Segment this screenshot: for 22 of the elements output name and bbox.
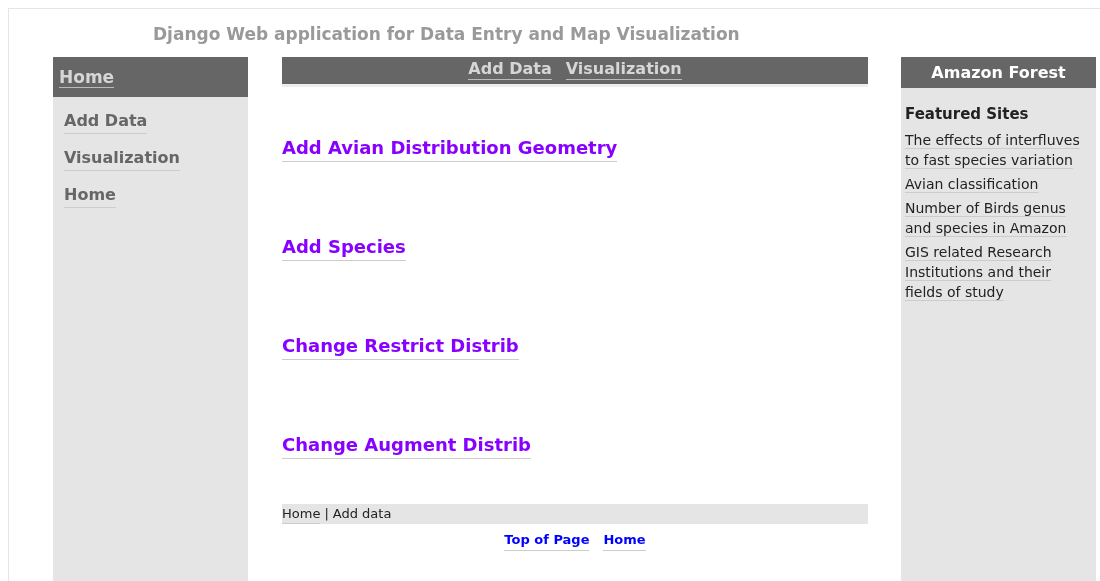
sidebar-link[interactable]: Home [64,183,116,208]
featured-heading: Featured Sites [905,104,1029,125]
action-link[interactable]: Change Restrict Distrib [282,332,519,360]
sidebar-link[interactable]: Add Data [64,109,148,134]
footer-link[interactable]: Top of Page [504,530,590,551]
featured-link[interactable]: The effects of interfluves to fast species variation [905,129,1092,170]
featured-link[interactable]: Number of Birds genus and species in Amazon [905,197,1092,238]
featured-link[interactable]: GIS related Research Institutions and their fields of study [905,241,1092,302]
sidebar-link[interactable]: Visualization [64,146,180,171]
action-link[interactable]: Add Species [282,233,406,261]
page-title: Django Web application for Data Entry and Map Visualization [153,24,740,44]
nav-link[interactable]: Visualization [565,59,682,80]
action-link[interactable]: Add Avian Distribution Geometry [282,134,618,162]
panel-title: Amazon Forest [931,61,1066,84]
footer-link[interactable]: Home [603,530,646,551]
breadcrumb-current: Add data [332,505,392,524]
breadcrumb-separator: | [324,505,329,524]
breadcrumb-link[interactable]: Home [282,503,321,525]
featured-link[interactable]: Avian classification [905,173,1039,194]
action-link[interactable]: Change Augment Distrib [282,431,531,459]
nav-link[interactable]: Add Data [468,59,552,80]
sidebar-home-link[interactable]: Home [59,67,115,88]
